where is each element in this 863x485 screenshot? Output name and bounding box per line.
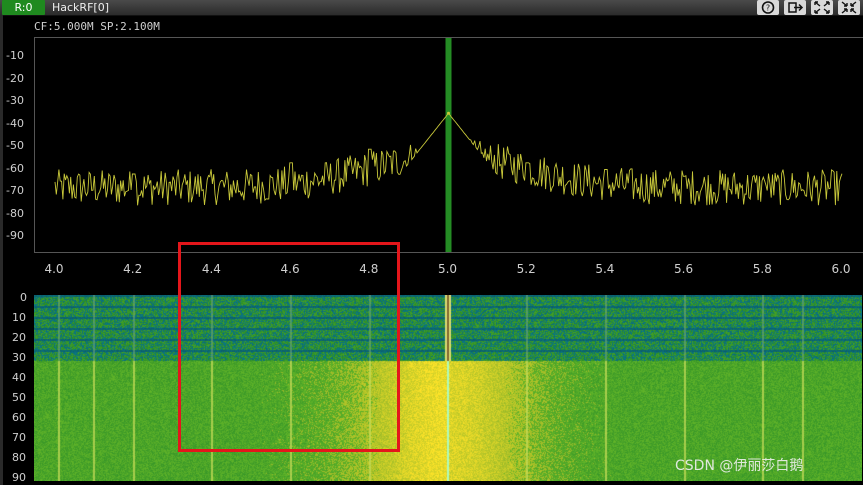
x-tick-label: 5.6 [674, 262, 694, 276]
waterfall-y-tick-label: 30 [12, 351, 26, 364]
waterfall-y-tick-label: 80 [12, 451, 26, 464]
waterfall-y-tick-label: 90 [12, 471, 26, 484]
waterfall-y-tick-label: 60 [12, 411, 26, 424]
peak-point [447, 111, 450, 115]
title-bar: R:0 HackRF[0] ? [0, 0, 863, 16]
x-tick-label: 4.0 [44, 262, 64, 276]
waterfall-y-tick-label: 20 [12, 331, 26, 344]
x-tick-label: 5.0 [437, 262, 458, 276]
receiver-badge[interactable]: R:0 [2, 0, 45, 15]
center-frequency-span-label: CF:5.000M SP:2.100M [34, 20, 160, 33]
waterfall-y-tick-label: 10 [12, 311, 26, 324]
collapse-icon[interactable] [838, 0, 860, 15]
help-icon[interactable]: ? [757, 0, 779, 15]
export-icon[interactable] [784, 0, 806, 15]
y-tick-label: -60 [6, 161, 24, 175]
y-tick-label: -10 [6, 49, 24, 62]
y-tick-label: -70 [6, 184, 24, 197]
waterfall-y-tick-label: 50 [12, 391, 26, 404]
waterfall-y-tick-label: 0 [20, 291, 27, 304]
waterfall-canvas [34, 295, 862, 481]
expand-icon[interactable] [811, 0, 833, 15]
y-tick-label: -50 [6, 139, 24, 152]
x-tick-label: 4.6 [280, 262, 300, 276]
x-tick-label: 6.0 [831, 262, 851, 276]
x-tick-label: 5.8 [752, 262, 772, 276]
y-tick-label: -90 [6, 229, 24, 242]
y-tick-label: -80 [6, 206, 24, 220]
watermark: CSDN @伊丽莎白鹅 [675, 458, 804, 474]
waterfall-y-tick-label: 70 [12, 431, 26, 444]
device-title: HackRF[0] [52, 1, 109, 14]
waterfall-display[interactable] [34, 295, 862, 481]
left-edge [0, 15, 3, 485]
center-frequency-marker[interactable] [445, 38, 452, 252]
x-tick-label: 5.4 [595, 262, 615, 276]
y-tick-label: -40 [6, 116, 24, 130]
x-tick-label: 4.4 [201, 262, 221, 276]
svg-text:?: ? [766, 4, 770, 13]
spectrum-trace-canvas [54, 38, 843, 252]
spectrum-plot[interactable] [34, 37, 863, 253]
x-tick-label: 5.2 [516, 262, 536, 276]
x-tick-label: 4.8 [359, 262, 379, 276]
waterfall-y-tick-label: 40 [12, 371, 26, 384]
y-tick-label: -30 [6, 94, 24, 107]
x-tick-label: 4.2 [123, 262, 143, 276]
y-tick-label: -20 [6, 71, 24, 85]
